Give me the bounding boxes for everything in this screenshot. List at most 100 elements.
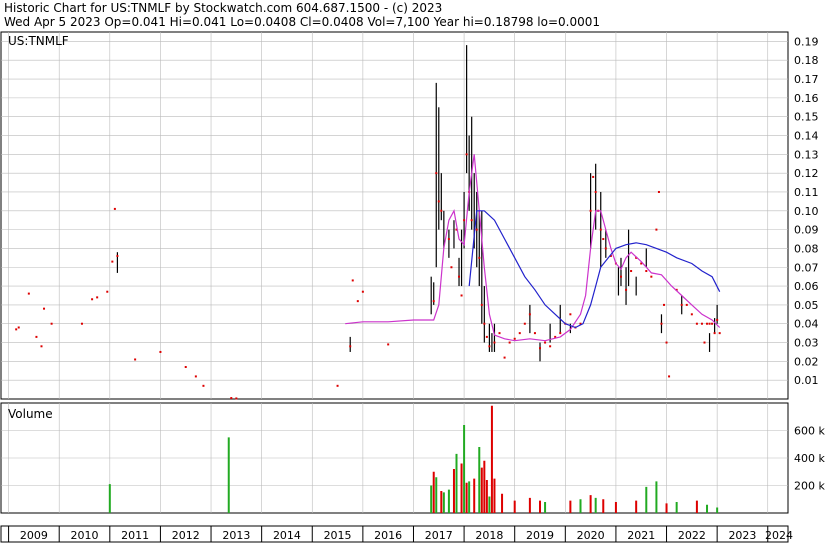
x-tick-label: 2020 [577, 529, 605, 542]
price-tick-label: 0.17 [794, 73, 819, 86]
close-dot [485, 335, 488, 338]
close-dot [134, 358, 137, 361]
volume-bar-down [440, 491, 443, 513]
volume-bar-up [442, 492, 445, 513]
volume-bar-up [579, 499, 582, 513]
close-dot [559, 332, 562, 335]
volume-bar-down [635, 500, 638, 513]
volume-bar-down [665, 503, 668, 513]
close-dot [533, 332, 536, 335]
close-dot [680, 303, 683, 306]
volume-bar-down [501, 493, 504, 513]
close-dot [194, 375, 197, 378]
close-dot [718, 332, 721, 335]
volume-bar-up [594, 497, 597, 513]
close-dot [619, 275, 622, 278]
close-dot [336, 384, 339, 387]
x-tick-label: 2021 [627, 529, 655, 542]
close-dot [700, 322, 703, 325]
close-dot [695, 322, 698, 325]
close-dot [27, 292, 30, 295]
price-tick-label: 0.08 [794, 242, 819, 255]
close-dot [15, 328, 18, 331]
volume-tick-label: 200 k [794, 480, 825, 493]
x-tick-label: 2013 [222, 529, 250, 542]
close-dot [106, 290, 109, 293]
x-tick-label: 2012 [172, 529, 200, 542]
price-tick-label: 0.09 [794, 224, 819, 237]
price-tick-label: 0.02 [794, 355, 819, 368]
volume-tick-label: 600 k [794, 425, 825, 438]
volume-bar-up [468, 481, 471, 513]
price-tick-label: 0.01 [794, 374, 819, 387]
price-tick-label: 0.10 [794, 205, 819, 218]
price-tick-label: 0.15 [794, 111, 819, 124]
volume-bar-up [435, 477, 438, 513]
close-dot [569, 313, 572, 316]
price-tick-label: 0.13 [794, 148, 819, 161]
close-dot [711, 322, 714, 325]
close-dot [387, 343, 390, 346]
volume-bar-up [463, 425, 466, 513]
volume-bar-down [473, 478, 476, 513]
volume-bar-up [706, 504, 709, 513]
x-tick-label: 2016 [374, 529, 402, 542]
volume-bar-up [455, 453, 458, 513]
volume-bar-up [645, 486, 648, 513]
volume-bar-up [655, 481, 658, 513]
price-panel-title: US:TNMLF [8, 34, 69, 48]
close-dot [184, 366, 187, 369]
close-dot [230, 397, 233, 400]
close-dot [668, 375, 671, 378]
close-dot [480, 303, 483, 306]
volume-tick-label: 400 k [794, 452, 825, 465]
close-dot [706, 322, 709, 325]
close-dot [488, 345, 491, 348]
close-dot [432, 300, 435, 303]
close-dot [716, 318, 719, 321]
close-dot [235, 397, 238, 400]
close-dot [592, 175, 595, 178]
close-dot [655, 228, 658, 231]
close-dot [40, 345, 43, 348]
price-tick-label: 0.04 [794, 318, 819, 331]
volume-bar-down [465, 482, 468, 513]
close-dot [518, 332, 521, 335]
close-dot [17, 326, 20, 329]
close-dot [361, 290, 364, 293]
price-tick-label: 0.05 [794, 299, 819, 312]
volume-bar-down [539, 500, 542, 513]
close-dot [356, 300, 359, 303]
close-dot [544, 341, 547, 344]
close-dot [630, 270, 633, 273]
close-dot [450, 266, 453, 269]
close-dot [475, 228, 478, 231]
close-dot [645, 270, 648, 273]
volume-bar-down [493, 478, 496, 513]
close-dot [202, 384, 205, 387]
volume-axis-ticks: 200 k 400 k 600 k [794, 425, 825, 493]
x-tick-label: 2010 [71, 529, 99, 542]
close-dot [513, 337, 516, 340]
close-dot [599, 228, 602, 231]
volume-bar-down [569, 500, 572, 513]
volume-bar-up [430, 485, 433, 513]
close-dot [685, 303, 688, 306]
close-dot [663, 303, 666, 306]
volume-bar-down [614, 502, 617, 513]
close-dot [116, 254, 119, 257]
close-dot [91, 298, 94, 301]
historic-chart: 0.01 0.02 0.03 0.04 0.05 0.06 0.07 0.08 0.09 0.10… [0, 31, 825, 543]
volume-bar-up [716, 507, 719, 513]
close-dot [594, 190, 597, 193]
close-dot [690, 313, 693, 316]
price-panel [0, 31, 789, 400]
close-dot [604, 247, 607, 250]
close-dot [447, 238, 450, 241]
close-dot [35, 335, 38, 338]
close-dot [349, 345, 352, 348]
close-dot [657, 190, 660, 193]
close-dot [493, 341, 496, 344]
close-dot [458, 275, 461, 278]
close-dot [549, 345, 552, 348]
